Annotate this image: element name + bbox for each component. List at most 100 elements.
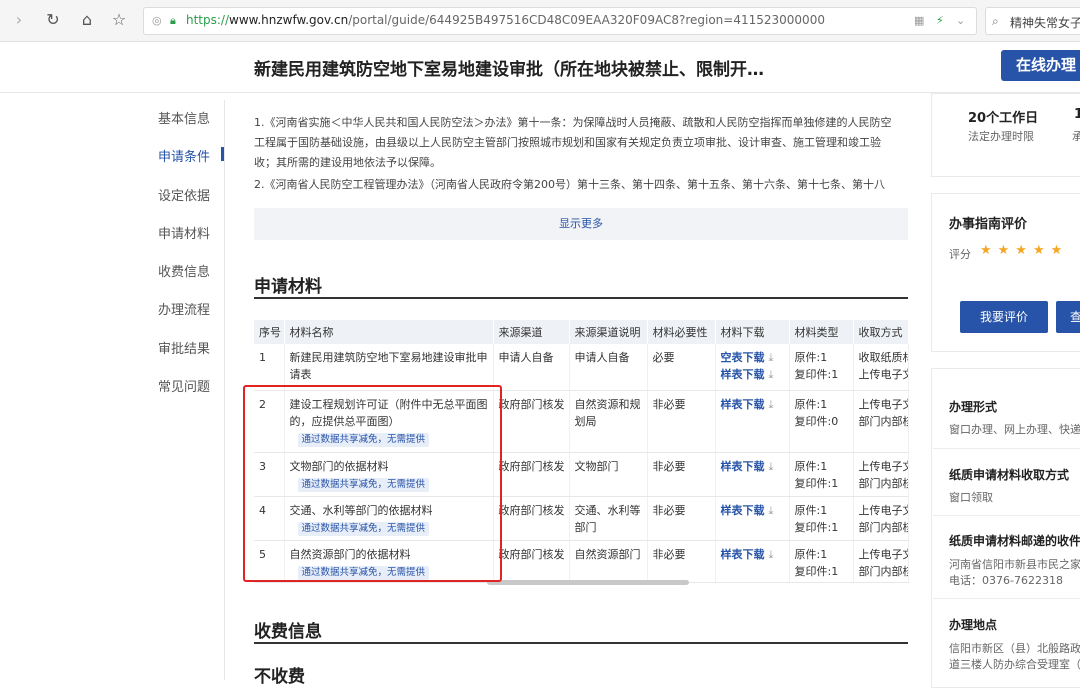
source-desc: 申请人自备 <box>569 344 648 391</box>
time-limit-label: 法定办理时限 <box>968 130 1034 143</box>
grid-icon[interactable]: ▦ <box>914 14 924 27</box>
col-header: 材料类型 <box>789 320 854 344</box>
download-cell: 样表下载 ⤓ <box>715 452 790 497</box>
col-header: 收取方式 <box>853 320 909 344</box>
collect-method: 上传电子文 部门内部核 <box>853 390 909 453</box>
view-evaluation-button[interactable]: 查 <box>1056 301 1080 333</box>
evaluate-button[interactable]: 我要评价 <box>960 301 1048 333</box>
place-line-2: 道三楼人防办综合受理室（ <box>949 658 1080 671</box>
nav-item-faq[interactable]: 常见问题 <box>158 376 210 395</box>
col-header: 序号 <box>254 320 285 344</box>
browser-search-box[interactable]: ⌕ 精神失常女子青 <box>985 7 1080 35</box>
material-type: 原件:1 复印件:1 <box>789 344 854 391</box>
source-desc: 交通、水利等部门 <box>569 496 648 541</box>
download-label: 样表下载 <box>720 503 765 517</box>
promise-limit-label: 承 <box>1072 130 1080 143</box>
source-desc: 自然资源和规划局 <box>569 390 648 453</box>
mail-title: 纸质申请材料邮递的收件 <box>949 534 1080 548</box>
collect-line: 上传电子文 <box>858 397 908 411</box>
place-title: 办理地点 <box>949 618 998 632</box>
reload-icon[interactable]: ↻ <box>42 9 64 31</box>
rating-title: 办事指南评价 <box>949 217 1028 232</box>
search-icon: ⌕ <box>992 14 999 28</box>
necessity: 非必要 <box>647 496 716 541</box>
collect-line: 部门内部核 <box>858 520 908 534</box>
home-icon[interactable]: ⌂ <box>76 9 98 31</box>
lock-icon: 🔒︎ <box>170 14 176 27</box>
sample-download-link[interactable]: 样表下载 ⤓ <box>721 366 785 383</box>
collect-line: 上传电子文 <box>858 459 908 473</box>
table-row: 1 新建民用建筑防空地下室易地建设审批申请表 申请人自备 申请人自备 必要 空表… <box>254 344 909 391</box>
type-copy: 复印件:1 <box>794 564 839 578</box>
rating-stars-icon[interactable]: ★★★★★ <box>980 243 1068 258</box>
download-icon: ⤓ <box>768 547 774 561</box>
blank-form-download-link[interactable]: 空表下载 ⤓ <box>721 349 785 366</box>
url-path: /portal/guide/644925B497516CD48C09EAA320… <box>348 13 825 27</box>
nav-item-basic-info[interactable]: 基本信息 <box>158 108 210 127</box>
material-name: 新建民用建筑防空地下室易地建设审批申请表 <box>284 344 494 391</box>
star-icon[interactable]: ☆ <box>108 9 130 31</box>
info-divider <box>933 515 1080 516</box>
download-label: 样表下载 <box>720 368 765 381</box>
info-divider <box>933 598 1080 599</box>
mail-address: 河南省信阳市新县市民之家 <box>949 558 1080 571</box>
download-label: 样表下载 <box>720 459 765 473</box>
show-more-button[interactable]: 显示更多 <box>254 208 908 240</box>
type-original: 原件:1 <box>794 503 828 517</box>
nav-item-basis[interactable]: 设定依据 <box>158 185 210 204</box>
download-label: 空表下载 <box>720 351 765 364</box>
paper-collect-value: 窗口领取 <box>949 491 993 504</box>
source-desc: 文物部门 <box>569 452 648 497</box>
time-limit-value: 20个工作日 <box>968 111 1039 126</box>
online-apply-button[interactable]: 在线办理 <box>1001 50 1080 81</box>
collect-line: 上传电子文 <box>858 547 908 561</box>
nav-item-materials[interactable]: 申请材料 <box>158 223 210 242</box>
type-original: 原件:1 <box>794 351 828 364</box>
nav-item-results[interactable]: 审批结果 <box>158 338 210 357</box>
lightning-icon[interactable]: ⚡ <box>936 14 944 27</box>
nav-item-process[interactable]: 办理流程 <box>158 299 210 318</box>
source-desc: 自然资源部门 <box>569 540 648 583</box>
type-original: 原件:1 <box>794 459 828 473</box>
collect-line: 上传电子文 <box>858 503 908 517</box>
materials-heading-rule <box>254 297 908 299</box>
source: 政府部门核发 <box>493 540 570 583</box>
basis-paragraph-1: 1.《河南省实施＜中华人民共和国人民防空法＞办法》第十一条：为保障战时人员掩蔽、… <box>254 113 910 173</box>
table-horizontal-scrollbar[interactable] <box>487 580 689 585</box>
forward-icon[interactable]: › <box>8 9 30 31</box>
address-bar[interactable]: ◎ 🔒︎ https://www.hnzwfw.gov.cn/portal/gu… <box>143 7 977 35</box>
type-original: 原件:1 <box>794 547 828 561</box>
download-label: 样表下载 <box>720 397 765 411</box>
sample-download-link[interactable]: 样表下载 ⤓ <box>721 546 785 563</box>
download-label: 样表下载 <box>720 547 765 561</box>
sample-download-link[interactable]: 样表下载 ⤓ <box>721 502 785 519</box>
material-type: 原件:1 复印件:1 <box>789 452 854 497</box>
download-icon: ⤓ <box>768 351 774 364</box>
materials-heading: 申请材料 <box>254 277 322 297</box>
form-value: 窗口办理、网上办理、快递 <box>949 423 1080 436</box>
fee-value: 不收费 <box>254 667 305 687</box>
collect-method: 收取纸质材 上传电子文 <box>853 344 909 391</box>
source: 申请人自备 <box>493 344 570 391</box>
sample-download-link[interactable]: 样表下载 ⤓ <box>721 396 785 413</box>
collect-line: 收取纸质材 <box>858 351 908 364</box>
table-header-row: 序号 材料名称 来源渠道 来源渠道说明 材料必要性 材料下载 材料类型 收取方式 <box>254 320 909 344</box>
fee-heading-rule <box>254 642 908 644</box>
browser-toolbar: › ↻ ⌂ ☆ ◎ 🔒︎ https://www.hnzwfw.gov.cn/p… <box>0 0 1080 42</box>
url-text[interactable]: https://www.hnzwfw.gov.cn/portal/guide/6… <box>186 13 825 27</box>
necessity: 非必要 <box>647 540 716 583</box>
source: 政府部门核发 <box>493 496 570 541</box>
download-cell: 样表下载 ⤓ <box>715 540 790 583</box>
col-header: 材料必要性 <box>647 320 716 344</box>
sample-download-link[interactable]: 样表下载 ⤓ <box>721 458 785 475</box>
type-copy: 复印件:1 <box>794 476 839 490</box>
basis-line: 工程属于国防基础设施，由县级以上人民防空主管部门按照城市规划和国家有关规定负责立… <box>254 136 881 149</box>
chevron-down-icon[interactable]: ⌄ <box>956 14 965 27</box>
nav-item-conditions[interactable]: 申请条件 <box>158 146 210 165</box>
nav-item-fees[interactable]: 收费信息 <box>158 261 210 280</box>
material-type: 原件:1 复印件:1 <box>789 540 854 583</box>
download-cell: 样表下载 ⤓ <box>715 390 790 453</box>
shield-icon: ◎ <box>152 14 162 27</box>
material-type: 原件:1 复印件:1 <box>789 496 854 541</box>
form-title: 办理形式 <box>949 400 998 414</box>
